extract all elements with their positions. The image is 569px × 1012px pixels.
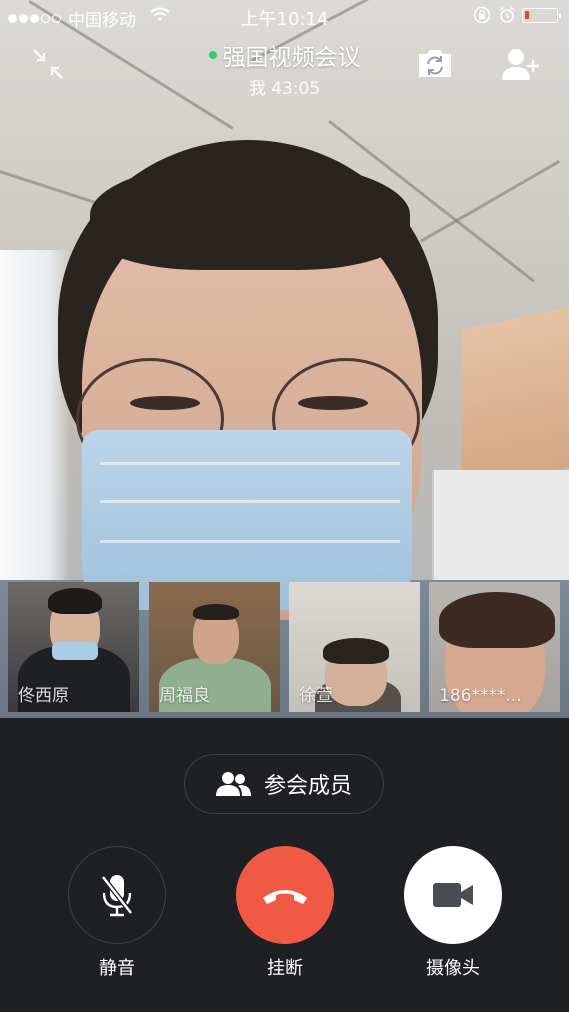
ceiling-line — [420, 160, 561, 243]
members-button[interactable]: 参会成员 — [184, 754, 384, 814]
cardboard-box — [462, 306, 569, 490]
participant-hair — [323, 638, 389, 664]
person-fringe — [90, 160, 410, 270]
speaker-duration: 我 43:05 — [248, 79, 321, 99]
white-cabinet — [432, 470, 569, 590]
participant-strip: 佟西原 周福良 徐萱 186****... — [8, 582, 561, 712]
mask-fold — [100, 500, 400, 503]
meeting-title: 强国视频会议 — [222, 45, 361, 71]
participant-mask — [52, 642, 98, 660]
hangup-icon — [263, 890, 307, 904]
participant-name: 徐萱 — [299, 686, 333, 706]
mask-fold — [100, 540, 400, 543]
meeting-header: 强国视频会议 我 43:05 — [0, 38, 569, 99]
video-call-screen: 中国移动 上午10:14 强国视频会议 我 43:05 佟西原 周福良 徐萱 1… — [0, 0, 569, 1012]
participant-hair — [48, 588, 102, 614]
participant-hair — [439, 592, 555, 648]
meeting-title-row: 强国视频会议 — [0, 38, 569, 72]
video-camera-icon — [433, 883, 473, 907]
battery-icon — [522, 8, 561, 23]
add-member-icon[interactable] — [500, 46, 540, 82]
participant-tile[interactable]: 佟西原 — [8, 582, 139, 712]
control-panel: 参会成员 静音 挂断 摄像头 — [0, 718, 569, 1012]
alarm-icon — [499, 6, 515, 23]
participant-tile[interactable]: 186****... — [429, 582, 560, 712]
mic-off-icon — [101, 875, 133, 917]
mute-button[interactable] — [68, 846, 166, 944]
members-label: 参会成员 — [263, 774, 352, 799]
participant-name: 周福良 — [159, 686, 210, 706]
camera-label: 摄像头 — [426, 958, 480, 979]
hangup-label: 挂断 — [267, 958, 303, 979]
participant-hair — [193, 604, 239, 620]
hangup-button[interactable] — [236, 846, 334, 944]
participant-tile[interactable]: 徐萱 — [289, 582, 420, 712]
members-icon — [215, 772, 251, 796]
participant-name: 佟西原 — [18, 686, 69, 706]
live-indicator — [208, 50, 217, 59]
camera-button[interactable] — [404, 846, 502, 944]
participant-name: 186****... — [439, 686, 522, 706]
status-bar: 中国移动 上午10:14 — [0, 0, 569, 32]
mute-label: 静音 — [99, 958, 135, 979]
mask-fold — [100, 462, 400, 465]
rotation-lock-icon — [473, 6, 491, 24]
switch-camera-icon[interactable] — [416, 46, 454, 80]
participant-tile[interactable]: 周福良 — [149, 582, 280, 712]
battery-level — [525, 11, 529, 19]
